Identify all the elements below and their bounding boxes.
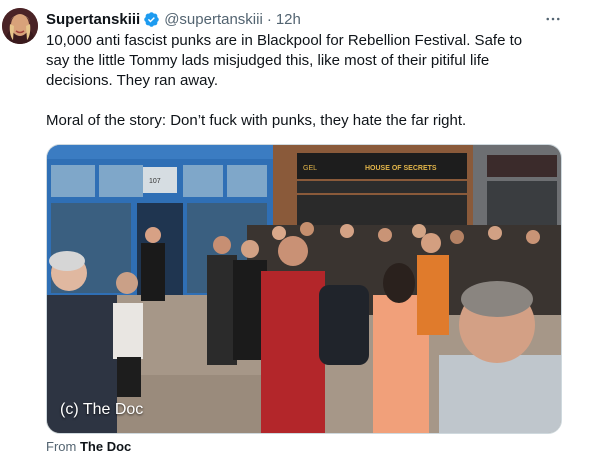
media-source-attribution: From The Doc [46, 439, 131, 454]
tweet-paragraph-1: 10,000 anti fascist punks are in Blackpo… [46, 32, 523, 89]
verified-badge-icon[interactable] [143, 11, 160, 28]
tweet[interactable]: Supertanskiii @supertanskiii · 12h 10,00… [0, 0, 599, 459]
tweet-paragraph-2: Moral of the story: Don’t fuck with punk… [46, 112, 467, 129]
crowd-photo: 107 HOUSE OF SECRETS GEL [47, 145, 561, 433]
separator-dot: · [266, 10, 272, 28]
tweet-media-video[interactable]: 107 HOUSE OF SECRETS GEL (c) The Doc [46, 144, 562, 434]
author-display-name[interactable]: Supertanskiii [46, 11, 140, 28]
source-prefix: From [46, 439, 77, 454]
more-options-button[interactable] [543, 9, 563, 29]
author-handle[interactable]: @supertanskiii [164, 11, 263, 28]
avatar[interactable] [2, 8, 38, 44]
ellipsis-icon [546, 17, 560, 21]
source-name-link[interactable]: The Doc [80, 439, 131, 454]
storefront-right-sign: HOUSE OF SECRETS [365, 165, 437, 172]
timestamp[interactable]: 12h [276, 11, 301, 28]
video-watermark: (c) The Doc [60, 401, 144, 418]
tweet-header: Supertanskiii @supertanskiii · 12h [46, 9, 301, 29]
tweet-text: 10,000 anti fascist punks are in Blackpo… [46, 31, 546, 131]
storefront-left-sign: 107 [149, 178, 161, 185]
storefront-right-small: GEL [303, 165, 317, 172]
avatar-image [2, 8, 38, 44]
